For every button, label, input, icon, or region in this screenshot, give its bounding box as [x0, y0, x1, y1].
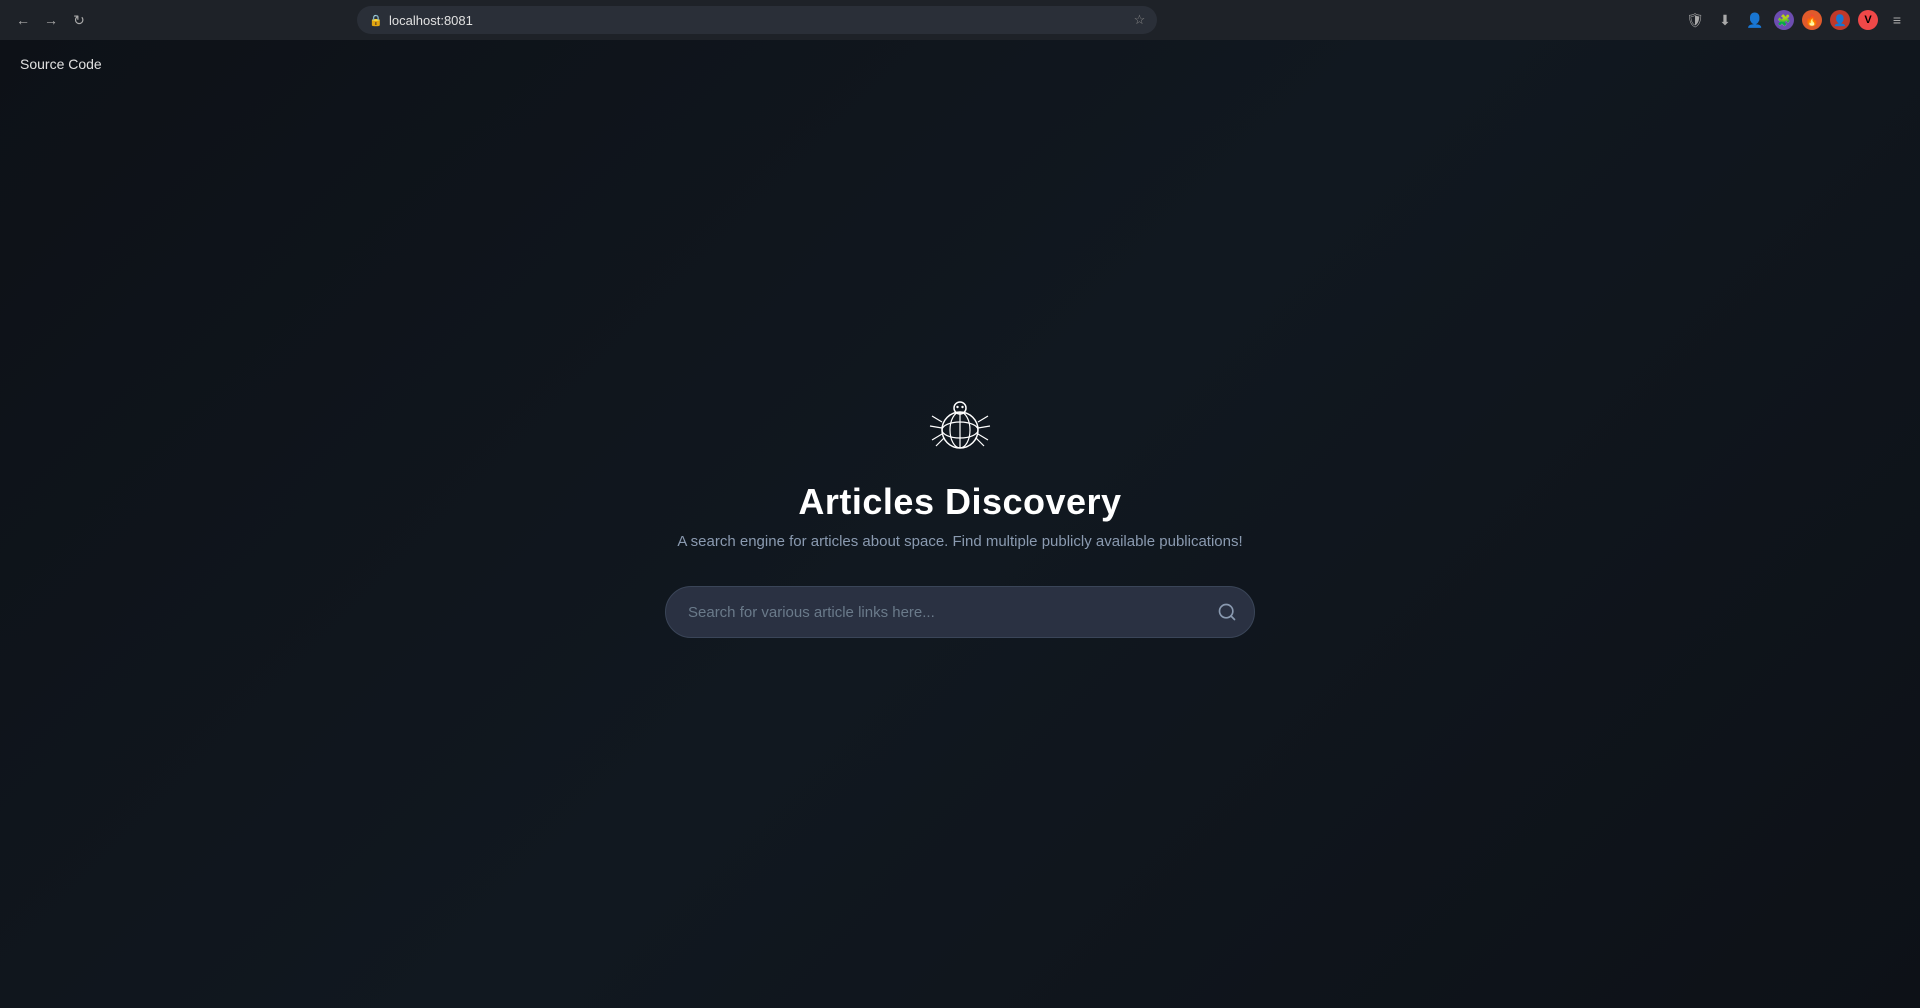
shield-icon[interactable]: 🛡	[1684, 9, 1706, 31]
app-subtitle: A search engine for articles about space…	[677, 533, 1242, 550]
main-content: Articles Discovery A search engine for a…	[0, 90, 1920, 1008]
search-input[interactable]	[665, 586, 1255, 638]
search-icon	[1217, 602, 1237, 622]
forward-button[interactable]: →	[40, 9, 62, 31]
search-button[interactable]	[1213, 598, 1241, 626]
account-icon[interactable]: 👤	[1744, 9, 1766, 31]
lock-icon: 🔒	[369, 14, 383, 27]
refresh-button[interactable]: ↻	[68, 9, 90, 31]
browser-chrome: ← → ↻ 🔒 localhost:8081 ☆ 🛡 ⬇ 👤 🧩 🔥 👤 V ≡	[0, 0, 1920, 40]
extension-fire-icon[interactable]: 🔥	[1802, 10, 1822, 30]
spider-logo-icon	[920, 380, 1000, 460]
page-content: Source Code	[0, 40, 1920, 1008]
extension-person-icon[interactable]: 👤	[1830, 10, 1850, 30]
bookmark-icon: ☆	[1134, 12, 1146, 28]
logo-container	[920, 380, 1000, 465]
url-text: localhost:8081	[389, 13, 1128, 28]
menu-icon[interactable]: ≡	[1886, 9, 1908, 31]
address-bar[interactable]: 🔒 localhost:8081 ☆	[357, 6, 1157, 34]
source-code-link[interactable]: Source Code	[20, 56, 102, 72]
browser-right-icons: 🛡 ⬇ 👤 🧩 🔥 👤 V ≡	[1684, 9, 1908, 31]
back-button[interactable]: ←	[12, 9, 34, 31]
browser-nav-buttons: ← → ↻	[12, 9, 90, 31]
app-title: Articles Discovery	[798, 481, 1121, 523]
download-icon[interactable]: ⬇	[1714, 9, 1736, 31]
top-nav: Source Code	[0, 40, 1920, 90]
extension-puzzle-icon[interactable]: 🧩	[1774, 10, 1794, 30]
search-container	[665, 586, 1255, 638]
vivaldi-icon[interactable]: V	[1858, 10, 1878, 30]
